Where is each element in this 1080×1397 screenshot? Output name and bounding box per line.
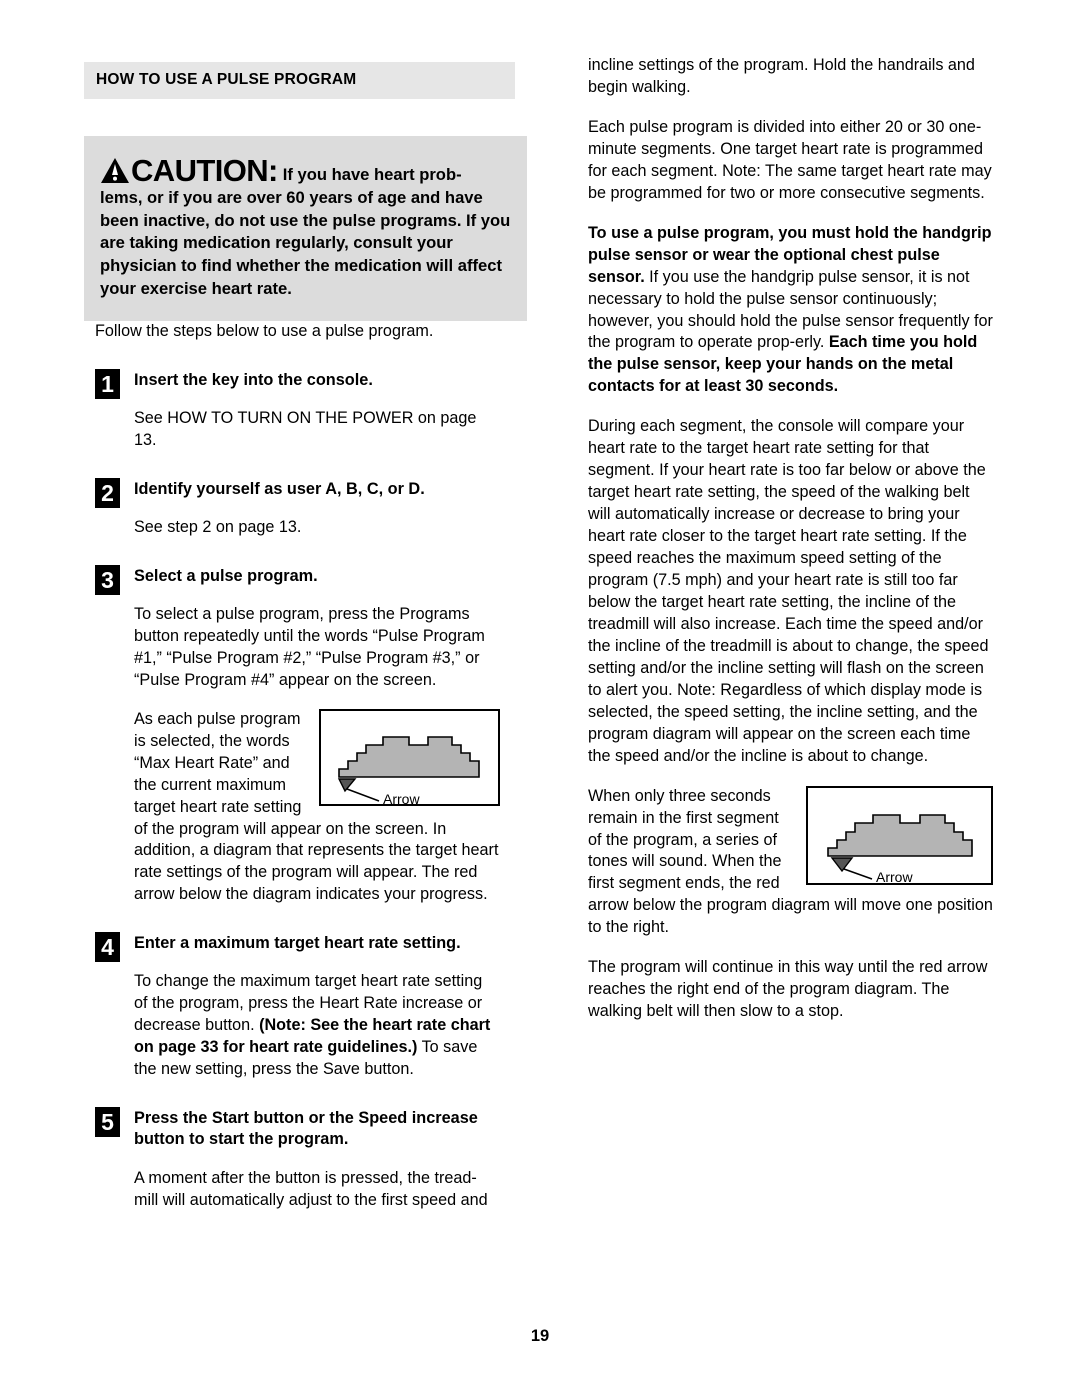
- step-1: 1 Insert the key into the console. See H…: [95, 368, 500, 452]
- step-body: A moment after the button is pressed, th…: [134, 1168, 500, 1212]
- page-number: 19: [530, 1327, 550, 1345]
- right-paragraph-1: incline settings of the program. Hold th…: [588, 56, 975, 96]
- program-diagram-svg: Arrow: [337, 735, 480, 807]
- section-title: HOW TO USE A PULSE PROGRAM: [96, 71, 357, 88]
- figure-wrap-paragraph: Arrow As each pulse program is selected,…: [134, 708, 500, 907]
- step-body: See HOW TO TURN ON THE POWER on page 13.: [134, 408, 500, 452]
- step-title: Identify yourself as user A, B, C, or D.: [134, 479, 425, 498]
- step-2: 2 Identify yourself as user A, B, C, or …: [95, 477, 500, 539]
- caution-lead-text: If you have heart prob-: [282, 165, 462, 184]
- step-paragraph: A moment after the button is pressed, th…: [134, 1168, 488, 1209]
- step-paragraph: To change the maximum target heart rate …: [134, 971, 500, 1081]
- arrow-label-text: Arrow: [383, 791, 420, 804]
- step-number-badge: 3: [95, 564, 120, 595]
- step-body: To change the maximum target heart rate …: [134, 971, 500, 1081]
- step-paragraph: See step 2 on page 13.: [134, 517, 302, 536]
- caution-callout: CAUTION: If you have heart prob- lems, o…: [84, 136, 527, 321]
- sensor-paragraph: To use a pulse program, you must hold th…: [588, 223, 993, 399]
- warning-triangle-icon: [100, 157, 130, 184]
- program-diagram-figure-right: Arrow: [806, 785, 993, 885]
- program-diagram-svg: Arrow: [827, 813, 973, 885]
- figure-wrap-paragraph-right: Arrow When only three seconds remain in …: [588, 785, 993, 958]
- right-column: incline settings of the program. Hold th…: [588, 55, 993, 1041]
- section-header-bar: HOW TO USE A PULSE PROGRAM: [84, 62, 515, 99]
- right-paragraph-3: During each segment, the console will co…: [588, 417, 989, 765]
- step-title: Press the Start button or the Speed incr…: [134, 1109, 478, 1149]
- step-paragraph: See HOW TO TURN ON THE POWER on page 13.: [134, 408, 477, 449]
- right-paragraph-2: Each pulse program is divided into eithe…: [588, 117, 992, 202]
- step-number-badge: 2: [95, 477, 120, 508]
- step-paragraph: To select a pulse program, press the Pro…: [134, 604, 485, 689]
- program-diagram-figure-left: Arrow: [319, 708, 500, 807]
- step-body: See step 2 on page 13.: [134, 517, 500, 539]
- right-paragraph-5: The program will continue in this way un…: [588, 958, 988, 1021]
- caution-word: CAUTION:: [131, 153, 278, 188]
- step-title: Select a pulse program.: [134, 566, 318, 585]
- step-number-badge: 4: [95, 932, 120, 963]
- step-3: 3 Select a pulse program. To select a pu…: [95, 564, 500, 907]
- step-4: 4 Enter a maximum target heart rate sett…: [95, 932, 500, 1081]
- arrow-label-text: Arrow: [876, 869, 913, 883]
- caution-body-text: lems, or if you are over 60 years of age…: [100, 188, 511, 298]
- document-page: HOW TO USE A PULSE PROGRAM CAUTION: If y…: [0, 0, 1080, 1397]
- step-body: To select a pulse program, press the Pro…: [134, 604, 500, 906]
- step-number-badge: 5: [95, 1107, 120, 1138]
- step-5: 5 Press the Start button or the Speed in…: [95, 1107, 500, 1211]
- intro-paragraph: Follow the steps below to use a pulse pr…: [95, 321, 434, 340]
- two-column-body: HOW TO USE A PULSE PROGRAM CAUTION: If y…: [0, 0, 1080, 1290]
- left-column: HOW TO USE A PULSE PROGRAM CAUTION: If y…: [84, 55, 527, 1212]
- step-number-badge: 1: [95, 368, 120, 399]
- step-title: Enter a maximum target heart rate settin…: [134, 934, 461, 953]
- step-title: Insert the key into the console.: [134, 370, 373, 389]
- caution-headline: CAUTION: If you have heart prob-: [100, 154, 511, 186]
